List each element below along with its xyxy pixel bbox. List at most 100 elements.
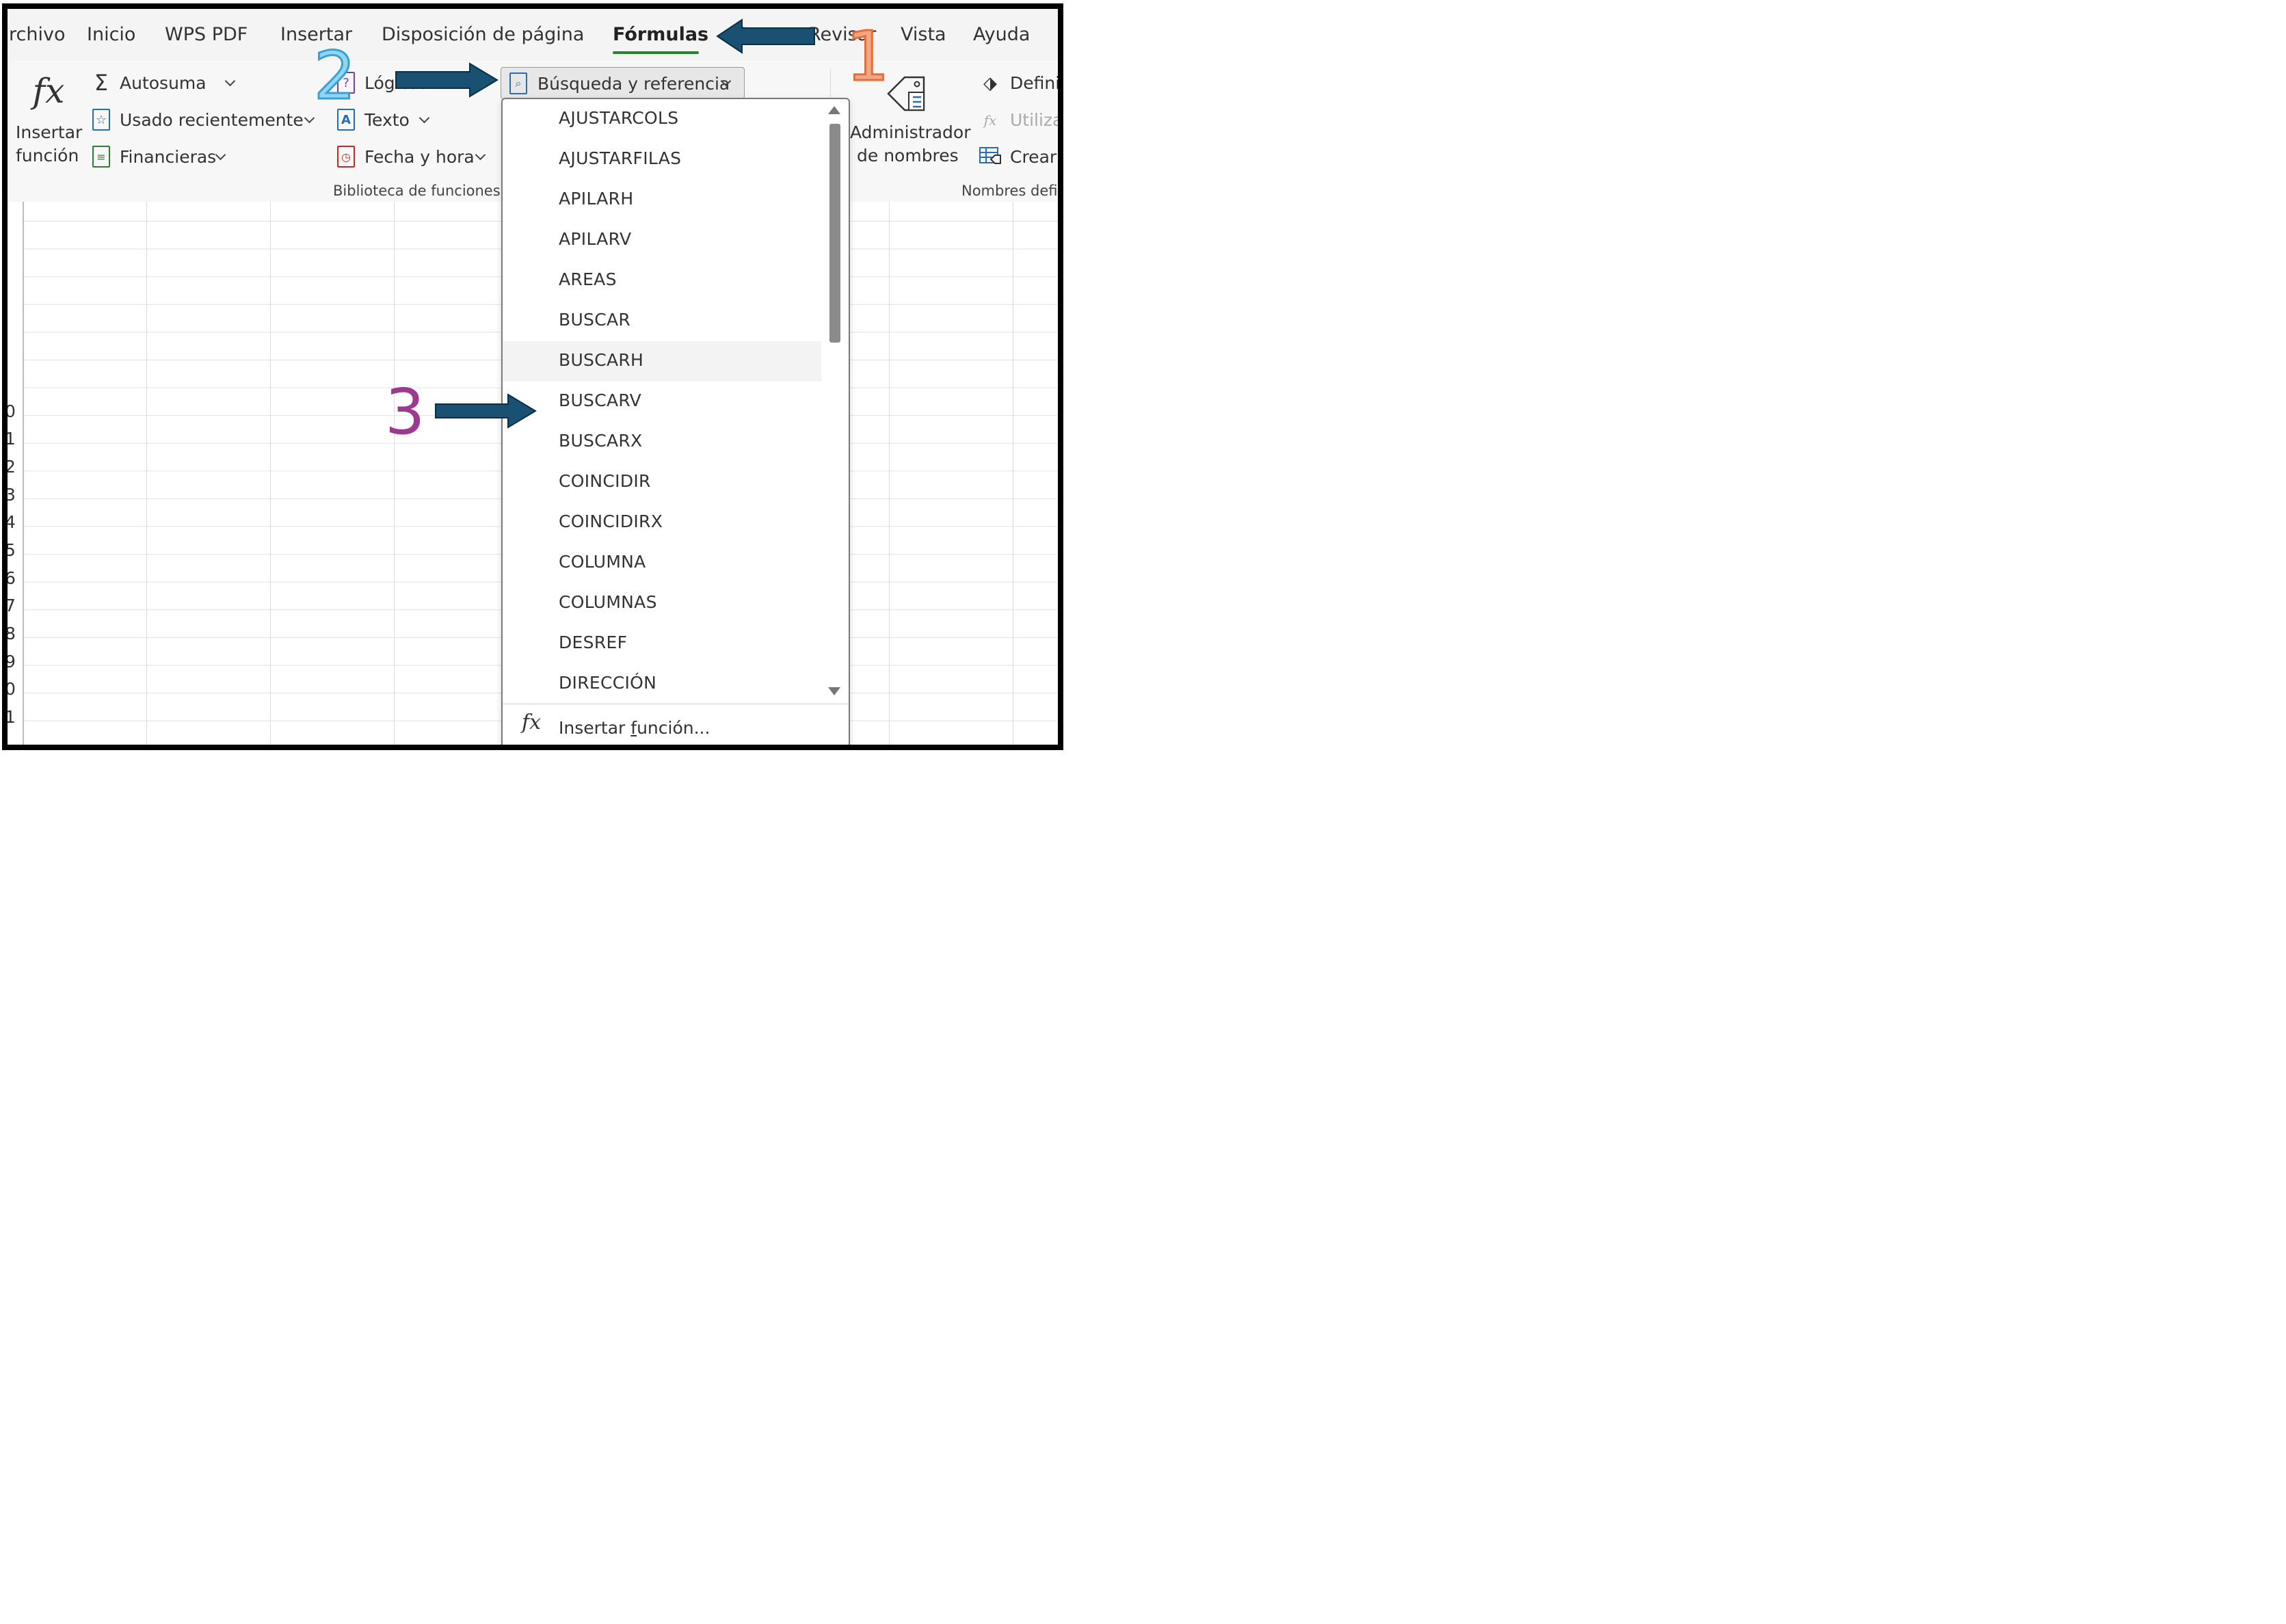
insert-function-menu-item[interactable]: fx Insertar función...: [503, 705, 849, 745]
menu-item-label: COINCIDIR: [559, 471, 651, 491]
table-tag-icon: [979, 146, 1002, 166]
tag-icon: ⬗: [983, 73, 997, 94]
menu-item-ajustarcols[interactable]: AJUSTARCOLS: [503, 99, 821, 139]
insert-function-menu-label: Insertar función...: [559, 718, 710, 738]
tab-vista[interactable]: Vista: [901, 24, 946, 45]
magnifier-book-icon: ⌕: [509, 72, 527, 94]
recently-used-button[interactable]: ☆ Usado recientemente: [90, 106, 315, 136]
insert-function-label-line1: Insertar: [16, 122, 83, 142]
row-number: 5: [5, 540, 16, 560]
use-in-formula-label: Utiliza: [1010, 110, 1063, 130]
tab-wps-pdf[interactable]: WPS PDF: [165, 24, 248, 45]
fx-icon: fx: [32, 71, 65, 111]
annotation-step-2: 2: [313, 38, 356, 114]
function-library-group-label: Biblioteca de funciones: [333, 183, 501, 199]
define-name-button[interactable]: ⬗ Defini: [979, 69, 1058, 99]
menu-item-coincidir[interactable]: COINCIDIR: [503, 462, 821, 503]
annotation-arrow-3: [435, 393, 537, 429]
menu-item-label: DESREF: [559, 633, 628, 652]
menu-item-ajustarfilas[interactable]: AJUSTARFILAS: [503, 139, 821, 180]
tag-fx-icon: fx: [983, 112, 997, 129]
autosum-button[interactable]: Σ Autosuma: [90, 69, 240, 99]
row-number: 0: [5, 401, 16, 421]
menu-item-apilarh[interactable]: APILARH: [503, 180, 821, 220]
date-time-label: Fecha y hora: [364, 147, 475, 167]
chevron-down-icon: [224, 75, 236, 87]
menu-item-buscarv[interactable]: BUSCARV: [503, 382, 821, 422]
chevron-down-icon: [475, 149, 486, 161]
tag-list-icon: [884, 73, 931, 116]
name-manager-label-line2: de nombres: [857, 146, 959, 165]
tab-archivo[interactable]: rchivo: [9, 24, 65, 45]
lookup-reference-label: Búsqueda y referencia: [537, 74, 730, 94]
tab-inicio[interactable]: Inicio: [87, 24, 135, 45]
annotation-arrow-1: [716, 18, 815, 54]
tab-ayuda[interactable]: Ayuda: [973, 24, 1030, 45]
scroll-up-arrow-icon[interactable]: [828, 106, 840, 114]
menu-item-label: AJUSTARCOLS: [559, 108, 679, 128]
menu-item-apilarv[interactable]: APILARV: [503, 220, 821, 261]
annotation-step-3: 3: [385, 375, 425, 449]
menu-item-direccion[interactable]: DIRECCIÓN: [503, 664, 821, 704]
menu-item-coincidirx[interactable]: COINCIDIRX: [503, 503, 821, 543]
menu-item-label: AREAS: [559, 269, 617, 289]
use-in-formula-button[interactable]: fx Utiliza: [979, 106, 1063, 136]
create-from-selection-label: Crear: [1010, 147, 1057, 167]
tab-disposicion-de-pagina[interactable]: Disposición de página: [382, 24, 584, 45]
create-from-selection-button[interactable]: Crear: [979, 143, 1058, 173]
financial-button[interactable]: ≡ Financieras: [90, 143, 233, 173]
menu-item-areas[interactable]: AREAS: [503, 261, 821, 301]
scroll-down-arrow-icon[interactable]: [828, 687, 840, 695]
menu-item-label: AJUSTARFILAS: [559, 148, 682, 168]
annotation-arrow-2: [395, 62, 499, 98]
menu-item-columna[interactable]: COLUMNA: [503, 543, 821, 583]
row-number: 1: [5, 429, 16, 449]
scrollbar-thumb[interactable]: [829, 124, 840, 343]
menu-item-buscarx[interactable]: BUSCARX: [503, 422, 821, 462]
insert-function-button[interactable]: fx Insertar función: [12, 65, 85, 168]
menu-item-label: COINCIDIRX: [559, 511, 663, 531]
menu-item-label: BUSCARV: [559, 390, 642, 410]
tab-formulas[interactable]: Fórmulas: [613, 24, 708, 45]
star-book-icon: ☆: [92, 109, 110, 131]
menu-item-label: BUSCAR: [559, 310, 631, 330]
date-time-button[interactable]: ◷ Fecha y hora: [334, 143, 492, 173]
active-tab-indicator: [613, 51, 699, 54]
clock-book-icon: ◷: [337, 146, 355, 168]
menu-item-buscarh[interactable]: BUSCARH: [503, 341, 821, 382]
row-number: 6: [5, 568, 16, 588]
row-number: 0: [5, 679, 16, 699]
ribbon-tab-bar: rchivo Inicio WPS PDF Insertar Disposici…: [8, 9, 1058, 61]
menu-item-label: APILARV: [559, 229, 632, 249]
menu-item-label: BUSCARH: [559, 350, 644, 370]
lookup-reference-dropdown: AJUSTARCOLS AJUSTARFILAS APILARH APILARV…: [501, 98, 850, 745]
defined-names-group-label: Nombres defi: [961, 183, 1058, 199]
sigma-icon: Σ: [94, 70, 109, 96]
insert-function-label-line2: función: [16, 146, 79, 165]
row-number: 1: [5, 707, 16, 727]
menu-item-desref[interactable]: DESREF: [503, 624, 821, 664]
row-number: 9: [5, 652, 16, 671]
recently-used-label: Usado recientemente: [120, 110, 304, 130]
row-number: 8: [5, 624, 16, 643]
menu-item-label: COLUMNAS: [559, 592, 657, 612]
autosum-label: Autosuma: [120, 73, 207, 93]
menu-item-label: COLUMNA: [559, 552, 646, 572]
row-number: 7: [5, 596, 16, 615]
row-number: 2: [5, 457, 16, 477]
chevron-down-icon: [418, 112, 430, 124]
financial-label: Financieras: [120, 147, 217, 167]
menu-item-buscar[interactable]: BUSCAR: [503, 301, 821, 341]
lookup-reference-button[interactable]: ⌕ Búsqueda y referencia: [501, 67, 745, 99]
chevron-down-icon: [215, 149, 226, 161]
chevron-down-icon: [304, 112, 315, 124]
row-number: 3: [5, 485, 16, 505]
row-number: 4: [5, 512, 16, 532]
screenshot-frame: rchivo Inicio WPS PDF Insertar Disposici…: [2, 3, 1063, 750]
menu-item-columnas[interactable]: COLUMNAS: [503, 583, 821, 624]
menu-item-label: APILARH: [559, 189, 634, 209]
annotation-step-1: 1: [845, 16, 891, 96]
name-manager-label-line1: Administrador: [850, 122, 971, 142]
menu-item-label: DIRECCIÓN: [559, 673, 657, 693]
row-header-column: 0 1 2 3 4 5 6 7 8 9 0 1: [5, 202, 24, 745]
